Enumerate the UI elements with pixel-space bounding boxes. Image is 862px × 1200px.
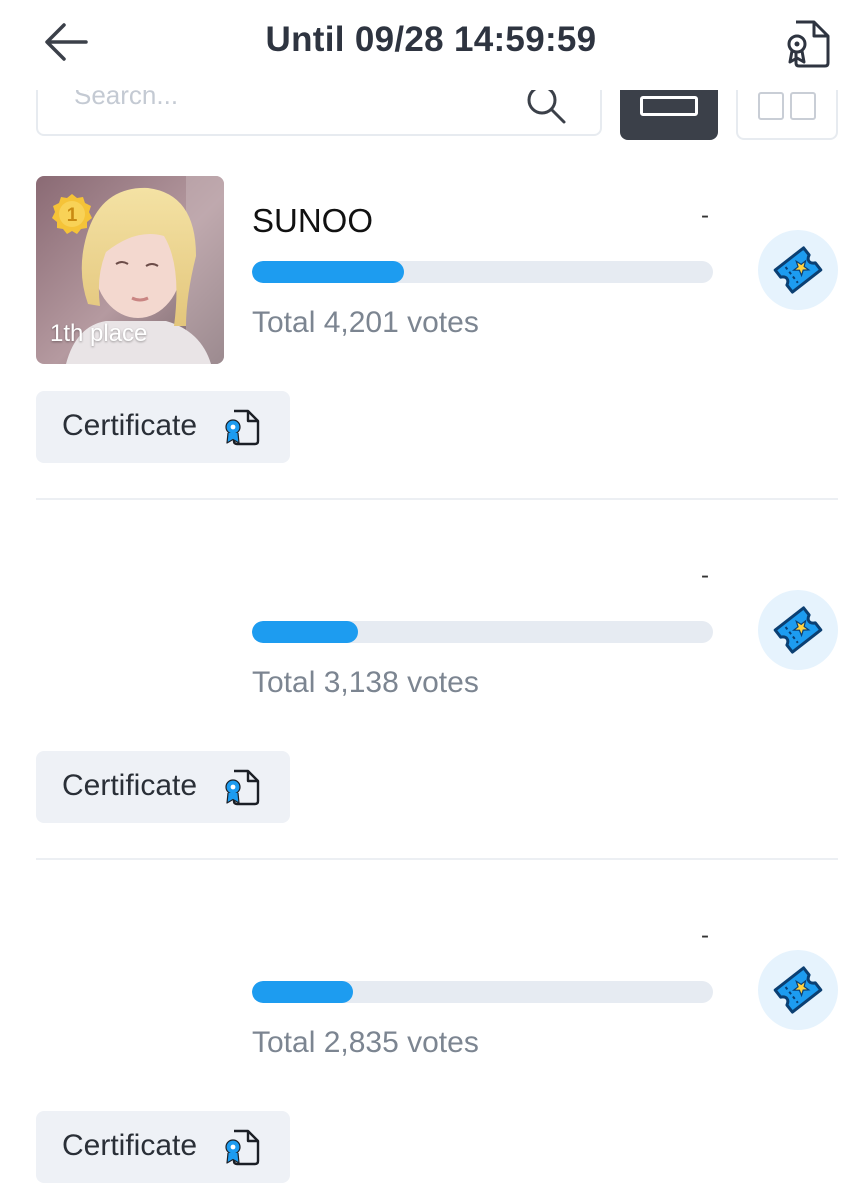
artist-photo: 1 1th place bbox=[36, 176, 224, 364]
ranking-row: 1 1th place SUNOO - Total 4,201 votes Ce… bbox=[0, 176, 862, 536]
grid-view-icon-cell bbox=[790, 92, 816, 120]
vote-progress-bar bbox=[252, 261, 713, 283]
certificate-label: Certificate bbox=[62, 409, 198, 442]
ranking-row: - Total 3,138 votes Certificate bbox=[0, 536, 862, 896]
certificate-label: Certificate bbox=[62, 769, 198, 802]
top-bar: Until 09/28 14:59:59 bbox=[0, 0, 862, 90]
artist-name: SUNOO bbox=[252, 202, 374, 239]
place-label: 1th place bbox=[50, 320, 148, 347]
vote-progress-fill bbox=[252, 981, 354, 1003]
certificate-icon bbox=[225, 1129, 260, 1166]
rank-change: - bbox=[701, 562, 709, 589]
rank-change: - bbox=[701, 202, 709, 229]
vote-progress-bar bbox=[252, 981, 713, 1003]
page-title: Until 09/28 14:59:59 bbox=[265, 20, 597, 59]
vote-ticket-button[interactable] bbox=[758, 950, 838, 1030]
artist-photo-hidden bbox=[36, 896, 224, 1084]
ticket-star-icon bbox=[773, 246, 823, 294]
certificate-button[interactable]: Certificate bbox=[36, 391, 290, 463]
certificate-document-icon bbox=[787, 20, 830, 68]
grid-view-icon bbox=[758, 92, 784, 120]
vote-total: Total 4,201 votes bbox=[252, 306, 479, 339]
vote-progress-bar bbox=[252, 621, 713, 643]
row-divider bbox=[36, 858, 838, 860]
voting-ranking-page: Until 09/28 14:59:59 Search... 1 1th pla… bbox=[0, 0, 862, 1200]
vote-ticket-button[interactable] bbox=[758, 590, 838, 670]
list-view-icon bbox=[640, 96, 698, 116]
certificate-button[interactable]: Certificate bbox=[36, 1111, 290, 1183]
artist-photo-hidden bbox=[36, 536, 224, 724]
vote-total: Total 2,835 votes bbox=[252, 1026, 479, 1059]
vote-progress-fill bbox=[252, 621, 359, 643]
vote-total: Total 3,138 votes bbox=[252, 666, 479, 699]
vote-ticket-button[interactable] bbox=[758, 230, 838, 310]
certificate-icon bbox=[225, 769, 260, 806]
certificate-label: Certificate bbox=[62, 1129, 198, 1162]
rank-change: - bbox=[701, 922, 709, 949]
vote-progress-fill bbox=[252, 261, 405, 283]
certificate-icon bbox=[225, 409, 260, 446]
gold-medal-icon: 1 bbox=[52, 194, 92, 234]
row-divider bbox=[36, 498, 838, 500]
rank-number: 1 bbox=[67, 205, 78, 226]
certificate-button[interactable]: Certificate bbox=[36, 751, 290, 823]
ranking-row: - Total 2,835 votes Certificate bbox=[0, 896, 862, 1200]
ticket-star-icon bbox=[773, 606, 823, 654]
ticket-star-icon bbox=[773, 966, 823, 1014]
certificate-header-button[interactable] bbox=[780, 16, 834, 70]
